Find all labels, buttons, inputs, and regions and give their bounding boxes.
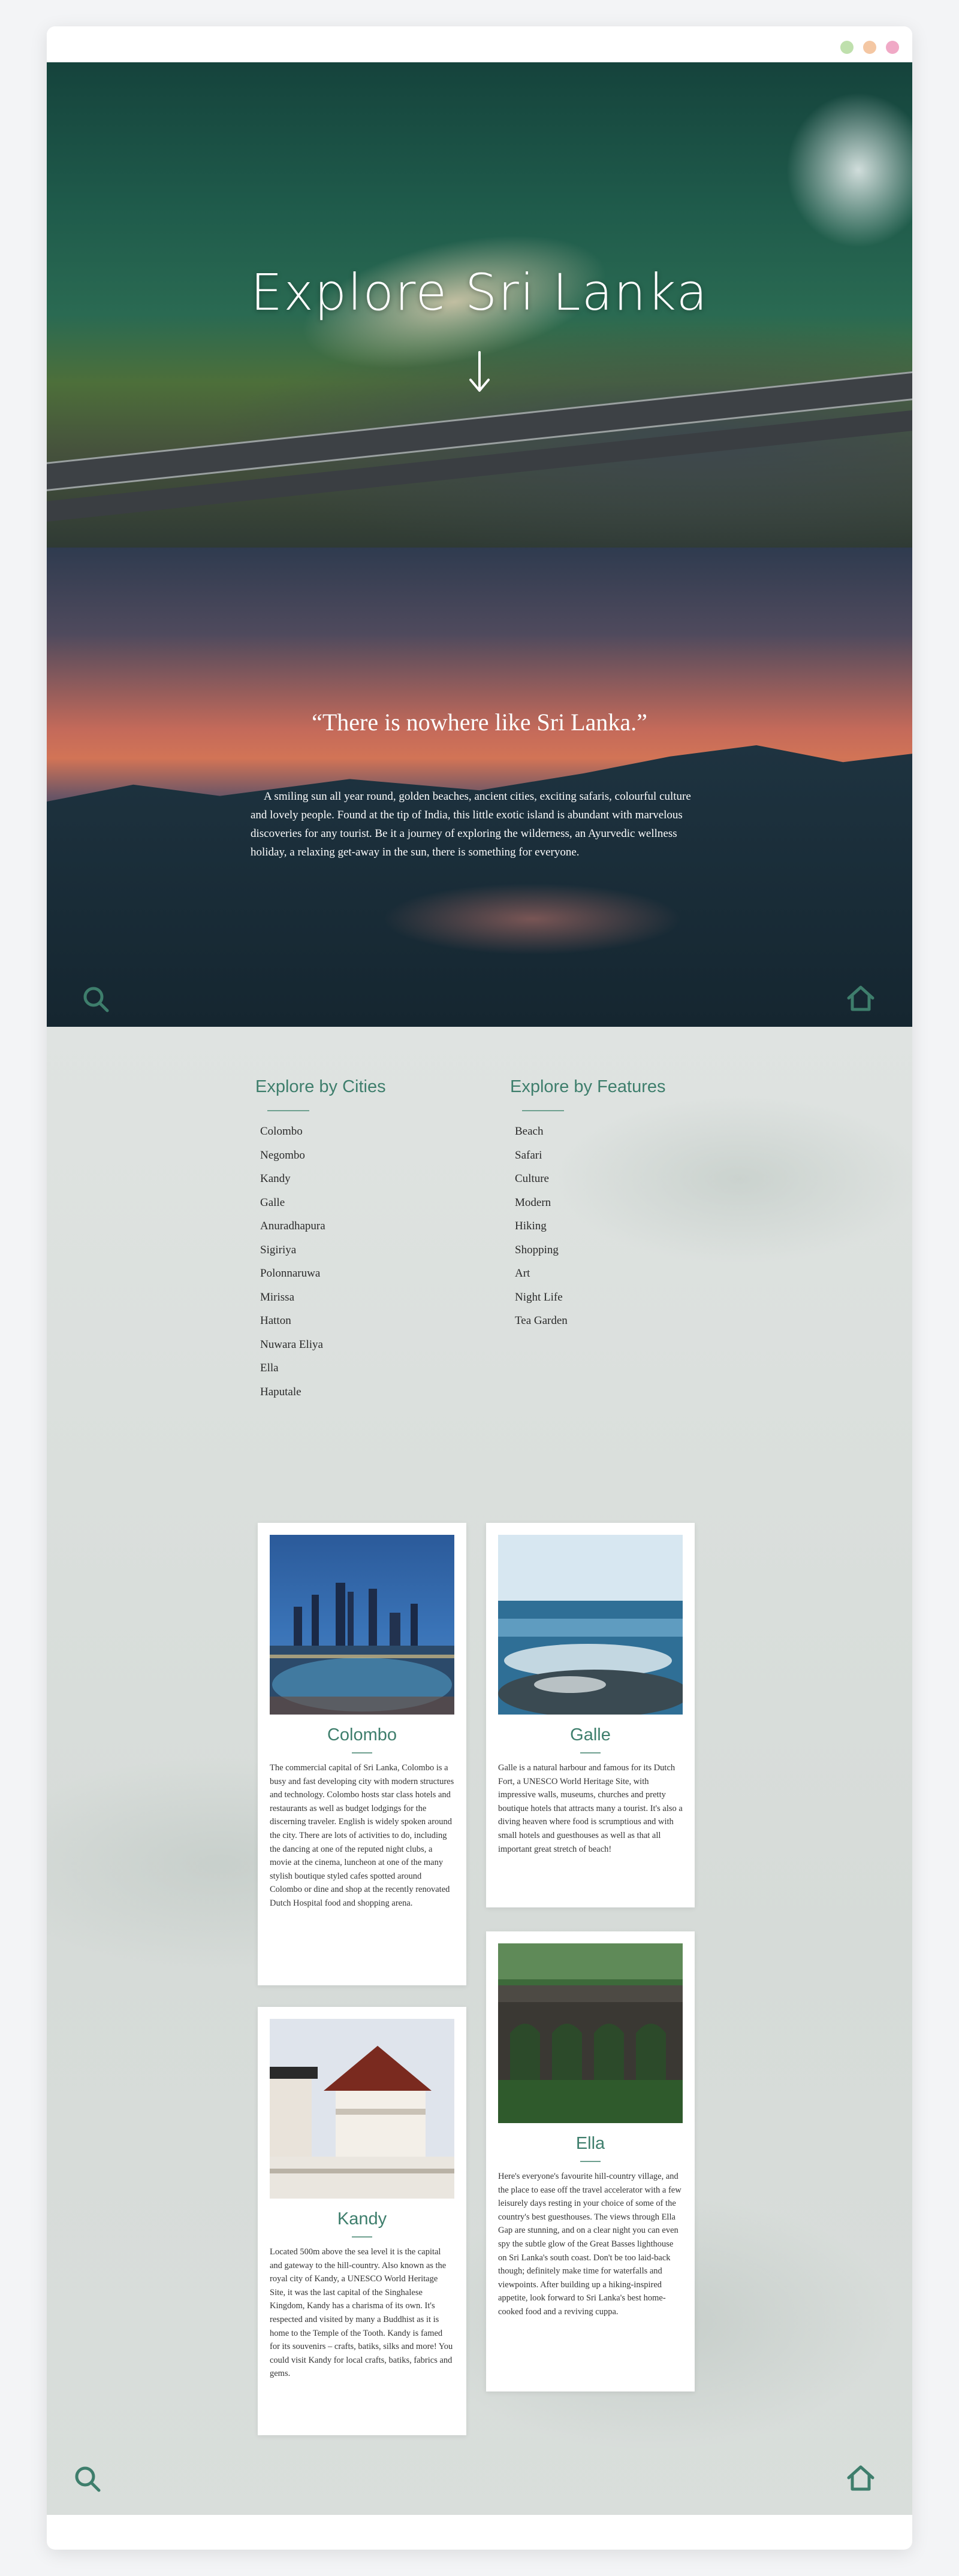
city-link[interactable]: Ella (260, 1356, 483, 1380)
card-text: Here's everyone's favourite hill-country… (498, 2172, 681, 2317)
window-titlebar (47, 26, 912, 62)
feature-link[interactable]: Tea Garden (515, 1309, 738, 1333)
city-card-colombo[interactable]: Colombo The commercial capital of Sri La… (258, 1523, 466, 1985)
card-title-divider (580, 2161, 601, 2162)
card-text: Galle is a natural harbour and famous fo… (498, 1763, 683, 1854)
feature-link[interactable]: Shopping (515, 1238, 738, 1262)
feature-link[interactable]: Night Life (515, 1286, 738, 1310)
home-icon[interactable] (846, 2463, 875, 2492)
city-link[interactable]: Anuradhapura (260, 1214, 483, 1238)
ella-bridge-image (498, 1943, 683, 2123)
feature-link[interactable]: Hiking (515, 1214, 738, 1238)
city-link[interactable]: Colombo (260, 1120, 483, 1144)
card-title: Ella (575, 2134, 605, 2153)
page-footer (47, 2515, 912, 2550)
city-card-ella[interactable]: Ella Here's everyone's favourite hill-co… (486, 1931, 695, 2391)
card-title-divider (580, 1752, 601, 1753)
feature-link[interactable]: Culture (515, 1167, 738, 1191)
minimize-dot[interactable] (840, 41, 854, 54)
card-title: Galle (570, 1725, 611, 1744)
card-text: The commercial capital of Sri Lanka, Col… (270, 1763, 454, 1908)
city-link[interactable]: Polonnaruwa (260, 1262, 483, 1286)
card-text: Located 500m above the sea level it is t… (270, 2247, 453, 2379)
city-link[interactable]: Sigiriya (260, 1238, 483, 1262)
feature-link[interactable]: Modern (515, 1191, 738, 1215)
kandy-temple-image (270, 2019, 454, 2199)
card-title: Kandy (337, 2209, 387, 2229)
hero-title: Explore Sri Lanka (251, 263, 708, 322)
city-card-kandy[interactable]: Kandy Located 500m above the sea level i… (258, 2007, 466, 2435)
window-controls (840, 41, 899, 54)
browser-window: Explore Sri Lanka “There is nowhere like… (47, 26, 912, 2550)
colombo-skyline-image (270, 1535, 454, 1715)
city-link[interactable]: Nuwara Eliya (260, 1333, 483, 1357)
intro-text: A smiling sun all year round, golden bea… (251, 790, 691, 858)
galle-coast-image (498, 1535, 683, 1715)
city-link[interactable]: Kandy (260, 1167, 483, 1191)
hero-surf-texture (780, 86, 912, 254)
search-icon[interactable] (73, 2465, 102, 2493)
explore-section: Explore by Cities Colombo Negombo Kandy … (47, 1027, 912, 2550)
card-title: Colombo (327, 1725, 397, 1744)
explore-features-column: Explore by Features Beach Safari Culture… (510, 1077, 738, 1333)
hero-section: Explore Sri Lanka (47, 62, 912, 548)
card-title-divider (352, 1752, 372, 1753)
arrow-down-icon[interactable] (466, 350, 493, 394)
close-dot[interactable] (886, 41, 899, 54)
city-link[interactable]: Hatton (260, 1309, 483, 1333)
city-card-galle[interactable]: Galle Galle is a natural harbour and fam… (486, 1523, 695, 1907)
cities-list: Colombo Negombo Kandy Galle Anuradhapura… (255, 1120, 483, 1404)
intro-lake-texture (382, 883, 682, 955)
intro-quote: “There is nowhere like Sri Lanka.” (312, 709, 647, 736)
home-icon[interactable] (846, 984, 875, 1012)
intro-section: “There is nowhere like Sri Lanka.” A smi… (47, 548, 912, 1027)
explore-cities-column: Explore by Cities Colombo Negombo Kandy … (255, 1077, 483, 1404)
city-link[interactable]: Haputale (260, 1380, 483, 1404)
feature-link[interactable]: Beach (515, 1120, 738, 1144)
explore-features-heading: Explore by Features (510, 1077, 666, 1096)
features-list: Beach Safari Culture Modern Hiking Shopp… (510, 1120, 738, 1333)
heading-divider (522, 1110, 564, 1111)
heading-divider (267, 1110, 309, 1111)
card-title-divider (352, 2236, 372, 2238)
maximize-dot[interactable] (863, 41, 876, 54)
feature-link[interactable]: Safari (515, 1144, 738, 1168)
explore-cities-heading: Explore by Cities (255, 1077, 386, 1096)
city-link[interactable]: Galle (260, 1191, 483, 1215)
feature-link[interactable]: Art (515, 1262, 738, 1286)
city-link[interactable]: Mirissa (260, 1286, 483, 1310)
city-link[interactable]: Negombo (260, 1144, 483, 1168)
search-icon[interactable] (82, 985, 110, 1014)
